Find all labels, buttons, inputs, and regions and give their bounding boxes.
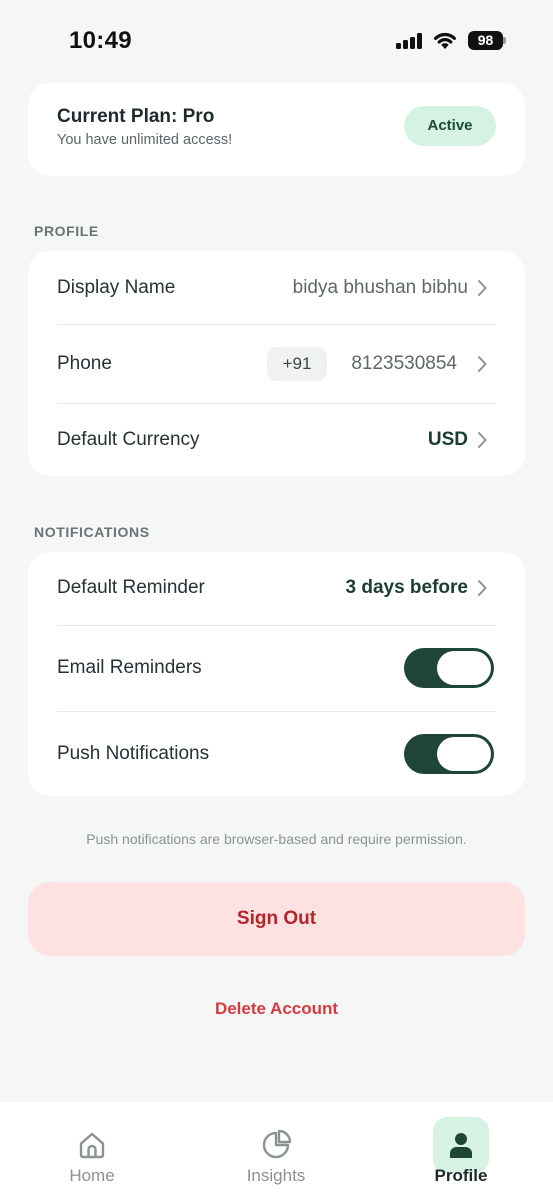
- display-name-row[interactable]: Display Name bidya bhushan bibhu: [28, 251, 525, 325]
- phone-row[interactable]: Phone +91 8123530854: [28, 325, 525, 403]
- tab-insights-label: Insights: [246, 1166, 306, 1185]
- profile-card: Display Name bidya bhushan bibhu Phone +…: [28, 251, 525, 476]
- currency-row[interactable]: Default Currency USD: [28, 404, 525, 476]
- chevron-right-icon: [478, 356, 487, 372]
- tab-bar: Home Insights Profile: [0, 1102, 553, 1200]
- currency-label: Default Currency: [57, 429, 200, 450]
- country-code-chip[interactable]: +91: [267, 347, 327, 381]
- display-name-value: bidya bhushan bibhu: [292, 277, 468, 298]
- cellular-signal-icon: [396, 33, 423, 49]
- profile-screen: 10:49 98 Current Plan: Pro You have unli…: [0, 0, 553, 1200]
- push-notifications-row: Push Notifications: [28, 712, 525, 796]
- default-reminder-value: 3 days before: [345, 577, 469, 598]
- battery-level: 98: [477, 32, 494, 48]
- push-notifications-toggle[interactable]: [404, 734, 494, 774]
- home-icon: [79, 1132, 105, 1159]
- plan-subtitle: You have unlimited access!: [57, 132, 233, 148]
- user-icon: [450, 1133, 472, 1158]
- notifications-card: Default Reminder 3 days before Email Rem…: [28, 552, 525, 796]
- battery-icon: 98: [468, 31, 506, 50]
- tab-profile[interactable]: Profile: [401, 1102, 521, 1200]
- tab-home-label: Home: [69, 1166, 115, 1185]
- notifications-section-label: NOTIFICATIONS: [34, 524, 150, 540]
- tab-home[interactable]: Home: [32, 1102, 152, 1200]
- email-reminders-row: Email Reminders: [28, 626, 525, 711]
- toggle-knob: [437, 651, 491, 685]
- plan-status-badge: Active: [404, 106, 496, 146]
- wifi-icon: [434, 32, 456, 49]
- delete-account-link[interactable]: Delete Account: [0, 999, 553, 1019]
- default-reminder-row[interactable]: Default Reminder 3 days before: [28, 552, 525, 625]
- toggle-knob: [437, 737, 491, 771]
- status-bar: 10:49 98: [0, 0, 553, 80]
- currency-value: USD: [427, 429, 468, 450]
- chevron-right-icon: [478, 280, 487, 296]
- status-time: 10:49: [69, 27, 132, 54]
- sign-out-button[interactable]: Sign Out: [28, 882, 525, 956]
- chevron-right-icon: [478, 580, 487, 596]
- tab-profile-label: Profile: [434, 1166, 488, 1185]
- plan-card: Current Plan: Pro You have unlimited acc…: [28, 83, 525, 176]
- default-reminder-label: Default Reminder: [57, 577, 205, 598]
- pie-chart-icon: [262, 1129, 292, 1159]
- display-name-label: Display Name: [57, 277, 176, 298]
- profile-section-label: PROFILE: [34, 223, 99, 239]
- email-reminders-label: Email Reminders: [57, 657, 202, 678]
- phone-value: 8123530854: [351, 353, 457, 374]
- chevron-right-icon: [478, 432, 487, 448]
- push-permission-note: Push notifications are browser-based and…: [86, 831, 467, 847]
- tab-insights[interactable]: Insights: [216, 1102, 336, 1200]
- push-notifications-label: Push Notifications: [57, 743, 210, 764]
- phone-label: Phone: [57, 353, 112, 374]
- email-reminders-toggle[interactable]: [404, 648, 494, 688]
- plan-title: Current Plan: Pro: [57, 106, 215, 127]
